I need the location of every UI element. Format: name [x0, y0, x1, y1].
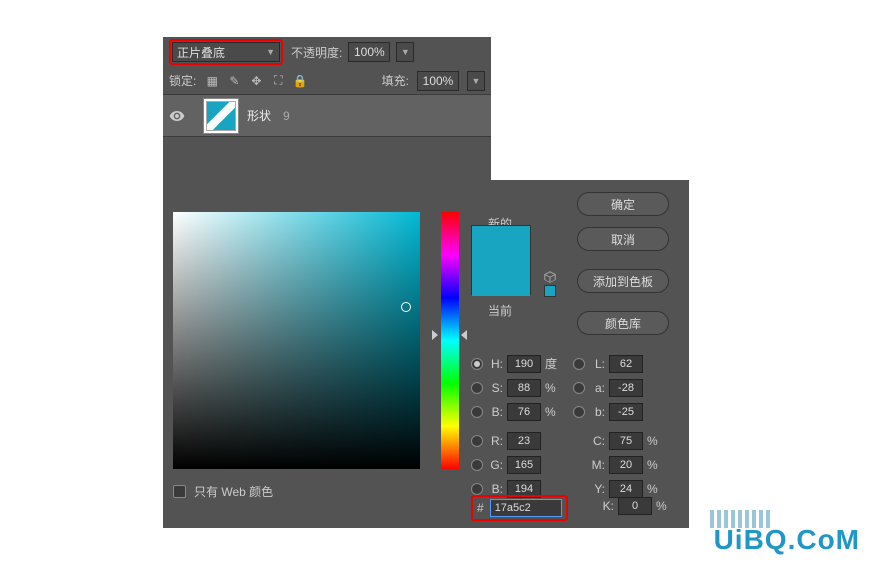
hex-field-highlight: # [471, 495, 568, 521]
y-unit: % [647, 482, 661, 496]
chevron-down-icon: ▼ [266, 47, 275, 57]
r-radio[interactable] [471, 435, 483, 447]
layers-toolbar-row1: 正片叠底 ▼ 不透明度: 100% ▼ [163, 37, 491, 67]
h-input[interactable] [507, 355, 541, 373]
g-input[interactable] [507, 456, 541, 474]
bb-label: B: [487, 482, 503, 496]
saturation-value-box[interactable] [173, 212, 420, 469]
hex-input[interactable] [490, 499, 562, 517]
bv-label: B: [487, 405, 503, 419]
c-unit: % [647, 434, 661, 448]
b-input[interactable] [609, 403, 643, 421]
r-input[interactable] [507, 432, 541, 450]
opacity-label: 不透明度: [291, 44, 342, 61]
s-unit: % [545, 381, 559, 395]
a-radio[interactable] [573, 382, 585, 394]
lock-position-icon[interactable]: ✥ [248, 73, 264, 89]
h-label: H: [487, 357, 503, 371]
m-input[interactable] [609, 456, 643, 474]
layers-panel: 正片叠底 ▼ 不透明度: 100% ▼ 锁定: ▦ ✎ ✥ ⛶ 🔒 填充: 10… [163, 37, 491, 180]
b-radio[interactable] [573, 406, 585, 418]
web-only-checkbox[interactable] [173, 485, 186, 498]
gamut-swatch[interactable] [544, 285, 556, 297]
color-fields: H: 度 L: S: % a: B: % [471, 352, 681, 501]
hue-slider[interactable] [441, 212, 459, 469]
r-label: R: [487, 434, 503, 448]
blend-mode-select[interactable]: 正片叠底 ▼ [172, 42, 280, 62]
color-picker-panel: 新的 当前 确定 取消 添加到色板 颜色库 H: 度 L: S: % [163, 180, 689, 528]
s-radio[interactable] [471, 382, 483, 394]
s-label: S: [487, 381, 503, 395]
gamut-warning-cube-icon[interactable] [543, 270, 557, 284]
l-label: L: [589, 357, 605, 371]
k-unit: % [656, 499, 670, 513]
g-label: G: [487, 458, 503, 472]
visibility-eye-icon[interactable] [169, 108, 185, 124]
fill-value[interactable]: 100% [417, 71, 459, 91]
k-field: K: % [598, 497, 670, 515]
l-radio[interactable] [573, 358, 585, 370]
lock-brush-icon[interactable]: ✎ [226, 73, 242, 89]
hue-arrow-right-icon [461, 330, 467, 340]
watermark-text: UiBQ.CoM [714, 524, 860, 556]
a-input[interactable] [609, 379, 643, 397]
y-label: Y: [589, 482, 605, 496]
c-label: C: [589, 434, 605, 448]
layer-thumbnail[interactable] [203, 98, 239, 134]
opacity-chevron-icon[interactable]: ▼ [396, 42, 414, 62]
sv-cursor-icon[interactable] [401, 302, 411, 312]
bv-unit: % [545, 405, 559, 419]
g-radio[interactable] [471, 459, 483, 471]
new-color-swatch[interactable] [472, 226, 530, 261]
layers-toolbar-row2: 锁定: ▦ ✎ ✥ ⛶ 🔒 填充: 100% ▼ [163, 67, 491, 95]
layer-row[interactable]: 形状 9 [163, 95, 491, 137]
b-label: b: [589, 405, 605, 419]
current-color-swatch[interactable] [472, 261, 530, 296]
m-unit: % [647, 458, 661, 472]
add-swatch-button[interactable]: 添加到色板 [577, 269, 669, 293]
web-only-row: 只有 Web 颜色 [173, 483, 273, 500]
bv-input[interactable] [507, 403, 541, 421]
h-unit: 度 [545, 355, 559, 372]
lock-transparency-icon[interactable]: ▦ [204, 73, 220, 89]
blend-mode-highlight: 正片叠底 ▼ [169, 39, 283, 65]
bb-radio[interactable] [471, 483, 483, 495]
layer-number: 9 [283, 109, 290, 123]
hue-arrow-left-icon [432, 330, 438, 340]
l-input[interactable] [609, 355, 643, 373]
ok-button[interactable]: 确定 [577, 192, 669, 216]
lock-all-icon[interactable]: 🔒 [292, 73, 308, 89]
h-radio[interactable] [471, 358, 483, 370]
hex-label: # [477, 501, 484, 515]
current-color-label: 当前 [488, 302, 512, 319]
c-input[interactable] [609, 432, 643, 450]
m-label: M: [589, 458, 605, 472]
color-compare-swatch [471, 225, 531, 295]
lock-artboard-icon[interactable]: ⛶ [270, 73, 286, 89]
opacity-value[interactable]: 100% [348, 42, 390, 62]
blend-mode-value: 正片叠底 [177, 44, 225, 61]
fill-label: 填充: [382, 72, 409, 89]
lock-label: 锁定: [169, 72, 196, 89]
bv-radio[interactable] [471, 406, 483, 418]
k-input[interactable] [618, 497, 652, 515]
color-library-button[interactable]: 颜色库 [577, 311, 669, 335]
k-label: K: [598, 499, 614, 513]
web-only-label: 只有 Web 颜色 [194, 483, 273, 500]
cancel-button[interactable]: 取消 [577, 227, 669, 251]
fill-chevron-icon[interactable]: ▼ [467, 71, 485, 91]
s-input[interactable] [507, 379, 541, 397]
lock-icons: ▦ ✎ ✥ ⛶ 🔒 [204, 73, 308, 89]
a-label: a: [589, 381, 605, 395]
y-input[interactable] [609, 480, 643, 498]
layer-name: 形状 [247, 107, 271, 124]
